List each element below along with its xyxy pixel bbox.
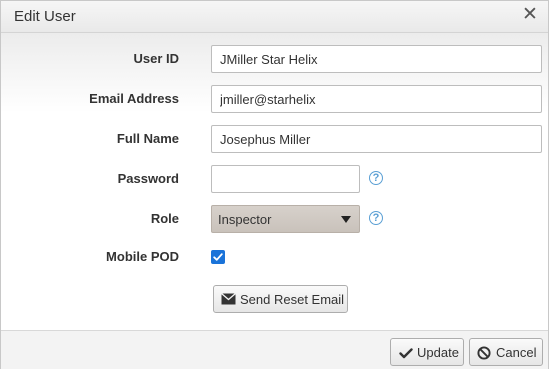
password-input[interactable] bbox=[211, 165, 360, 193]
password-row: Password ? bbox=[1, 165, 548, 193]
mobile-pod-row: Mobile POD bbox=[1, 243, 548, 271]
ban-icon bbox=[477, 346, 491, 363]
send-reset-email-button[interactable]: Send Reset Email bbox=[213, 285, 348, 313]
full-name-row: Full Name bbox=[1, 125, 548, 153]
role-row: Role Inspector ? bbox=[1, 205, 548, 233]
update-button[interactable]: Update bbox=[390, 338, 464, 366]
role-select-value: Inspector bbox=[218, 212, 272, 227]
full-name-label: Full Name bbox=[116, 131, 179, 146]
dialog-content: User ID Email Address Full Name Password… bbox=[1, 33, 548, 330]
dialog-title: Edit User bbox=[14, 8, 76, 25]
cancel-label: Cancel bbox=[496, 345, 537, 360]
send-reset-email-label: Send Reset Email bbox=[240, 292, 345, 307]
close-icon[interactable]: ✕ bbox=[520, 5, 540, 25]
user-id-row: User ID bbox=[1, 45, 548, 73]
question-circle-icon[interactable]: ? bbox=[369, 171, 383, 185]
user-id-input[interactable] bbox=[211, 45, 542, 73]
cancel-button[interactable]: Cancel bbox=[469, 338, 543, 366]
checkmark-icon bbox=[213, 253, 223, 261]
password-label: Password bbox=[117, 171, 179, 186]
user-id-label: User ID bbox=[133, 51, 179, 66]
role-label: Role bbox=[150, 211, 179, 226]
mobile-pod-label: Mobile POD bbox=[106, 249, 179, 264]
update-label: Update bbox=[417, 345, 459, 360]
dialog-titlebar: Edit User ✕ bbox=[1, 1, 548, 33]
checkmark-icon bbox=[399, 347, 413, 362]
full-name-input[interactable] bbox=[211, 125, 542, 153]
envelope-icon bbox=[221, 293, 236, 308]
email-row: Email Address bbox=[1, 85, 548, 113]
email-label: Email Address bbox=[89, 91, 179, 106]
role-select[interactable]: Inspector bbox=[211, 205, 360, 233]
question-circle-icon[interactable]: ? bbox=[369, 211, 383, 225]
dialog-footer: Update Cancel bbox=[1, 330, 548, 369]
mobile-pod-checkbox[interactable] bbox=[211, 250, 225, 264]
email-input[interactable] bbox=[211, 85, 542, 113]
edit-user-dialog: Edit User ✕ User ID Email Address Full N… bbox=[0, 0, 549, 369]
caret-down-icon bbox=[341, 216, 351, 223]
